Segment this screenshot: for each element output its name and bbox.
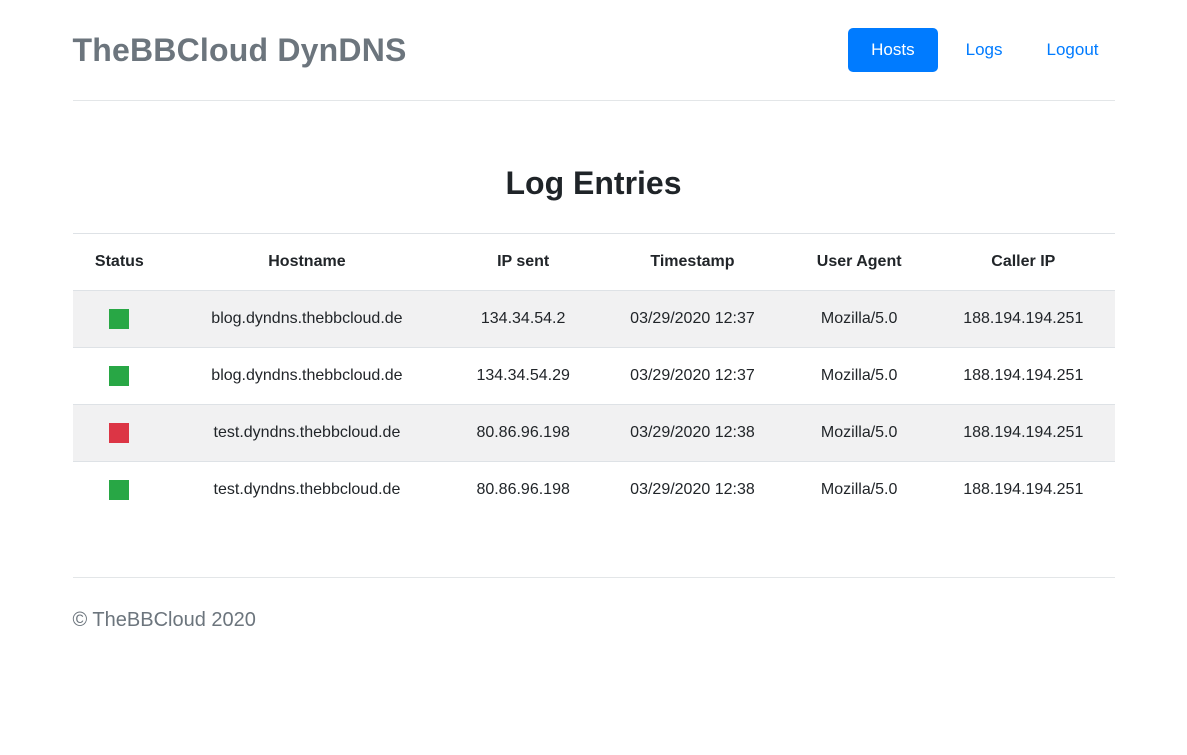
page-title: Log Entries xyxy=(73,165,1115,202)
user-agent-cell: Mozilla/5.0 xyxy=(786,348,932,405)
caller-ip-cell: 188.194.194.251 xyxy=(932,291,1114,348)
column-header-user-agent: User Agent xyxy=(786,234,932,291)
column-header-status: Status xyxy=(73,234,167,291)
table-row: test.dyndns.thebbcloud.de 80.86.96.198 0… xyxy=(73,462,1115,519)
timestamp-cell: 03/29/2020 12:38 xyxy=(599,462,787,519)
ip-sent-cell: 80.86.96.198 xyxy=(448,462,599,519)
hostname-cell: blog.dyndns.thebbcloud.de xyxy=(166,291,447,348)
status-cell xyxy=(73,462,167,519)
caller-ip-cell: 188.194.194.251 xyxy=(932,348,1114,405)
site-footer: © TheBBCloud 2020 xyxy=(73,577,1115,632)
table-row: test.dyndns.thebbcloud.de 80.86.96.198 0… xyxy=(73,405,1115,462)
user-agent-cell: Mozilla/5.0 xyxy=(786,462,932,519)
status-success-icon xyxy=(109,366,129,386)
column-header-caller-ip: Caller IP xyxy=(932,234,1114,291)
hostname-cell: test.dyndns.thebbcloud.de xyxy=(166,405,447,462)
copyright-text: © TheBBCloud 2020 xyxy=(73,609,1115,632)
status-error-icon xyxy=(109,423,129,443)
column-header-ip-sent: IP sent xyxy=(448,234,599,291)
nav-item-logs[interactable]: Logs xyxy=(950,32,1019,68)
table-body: blog.dyndns.thebbcloud.de 134.34.54.2 03… xyxy=(73,291,1115,519)
timestamp-cell: 03/29/2020 12:37 xyxy=(599,348,787,405)
table-row: blog.dyndns.thebbcloud.de 134.34.54.29 0… xyxy=(73,348,1115,405)
column-header-hostname: Hostname xyxy=(166,234,447,291)
ip-sent-cell: 80.86.96.198 xyxy=(448,405,599,462)
page-container: TheBBCloud DynDNS Hosts Logs Logout Log … xyxy=(73,0,1115,632)
ip-sent-cell: 134.34.54.29 xyxy=(448,348,599,405)
table-header: Status Hostname IP sent Timestamp User A… xyxy=(73,234,1115,291)
ip-sent-cell: 134.34.54.2 xyxy=(448,291,599,348)
status-success-icon xyxy=(109,480,129,500)
caller-ip-cell: 188.194.194.251 xyxy=(932,405,1114,462)
site-header: TheBBCloud DynDNS Hosts Logs Logout xyxy=(73,0,1115,101)
status-cell xyxy=(73,348,167,405)
hostname-cell: test.dyndns.thebbcloud.de xyxy=(166,462,447,519)
user-agent-cell: Mozilla/5.0 xyxy=(786,405,932,462)
main-nav: Hosts Logs Logout xyxy=(848,28,1114,72)
column-header-timestamp: Timestamp xyxy=(599,234,787,291)
status-success-icon xyxy=(109,309,129,329)
hostname-cell: blog.dyndns.thebbcloud.de xyxy=(166,348,447,405)
status-cell xyxy=(73,291,167,348)
nav-item-hosts[interactable]: Hosts xyxy=(848,28,937,72)
nav-item-logout[interactable]: Logout xyxy=(1031,32,1115,68)
site-title: TheBBCloud DynDNS xyxy=(73,32,407,69)
user-agent-cell: Mozilla/5.0 xyxy=(786,291,932,348)
status-cell xyxy=(73,405,167,462)
timestamp-cell: 03/29/2020 12:37 xyxy=(599,291,787,348)
table-row: blog.dyndns.thebbcloud.de 134.34.54.2 03… xyxy=(73,291,1115,348)
log-entries-table: Status Hostname IP sent Timestamp User A… xyxy=(73,233,1115,518)
table-header-row: Status Hostname IP sent Timestamp User A… xyxy=(73,234,1115,291)
caller-ip-cell: 188.194.194.251 xyxy=(932,462,1114,519)
timestamp-cell: 03/29/2020 12:38 xyxy=(599,405,787,462)
footer-divider xyxy=(73,577,1115,578)
